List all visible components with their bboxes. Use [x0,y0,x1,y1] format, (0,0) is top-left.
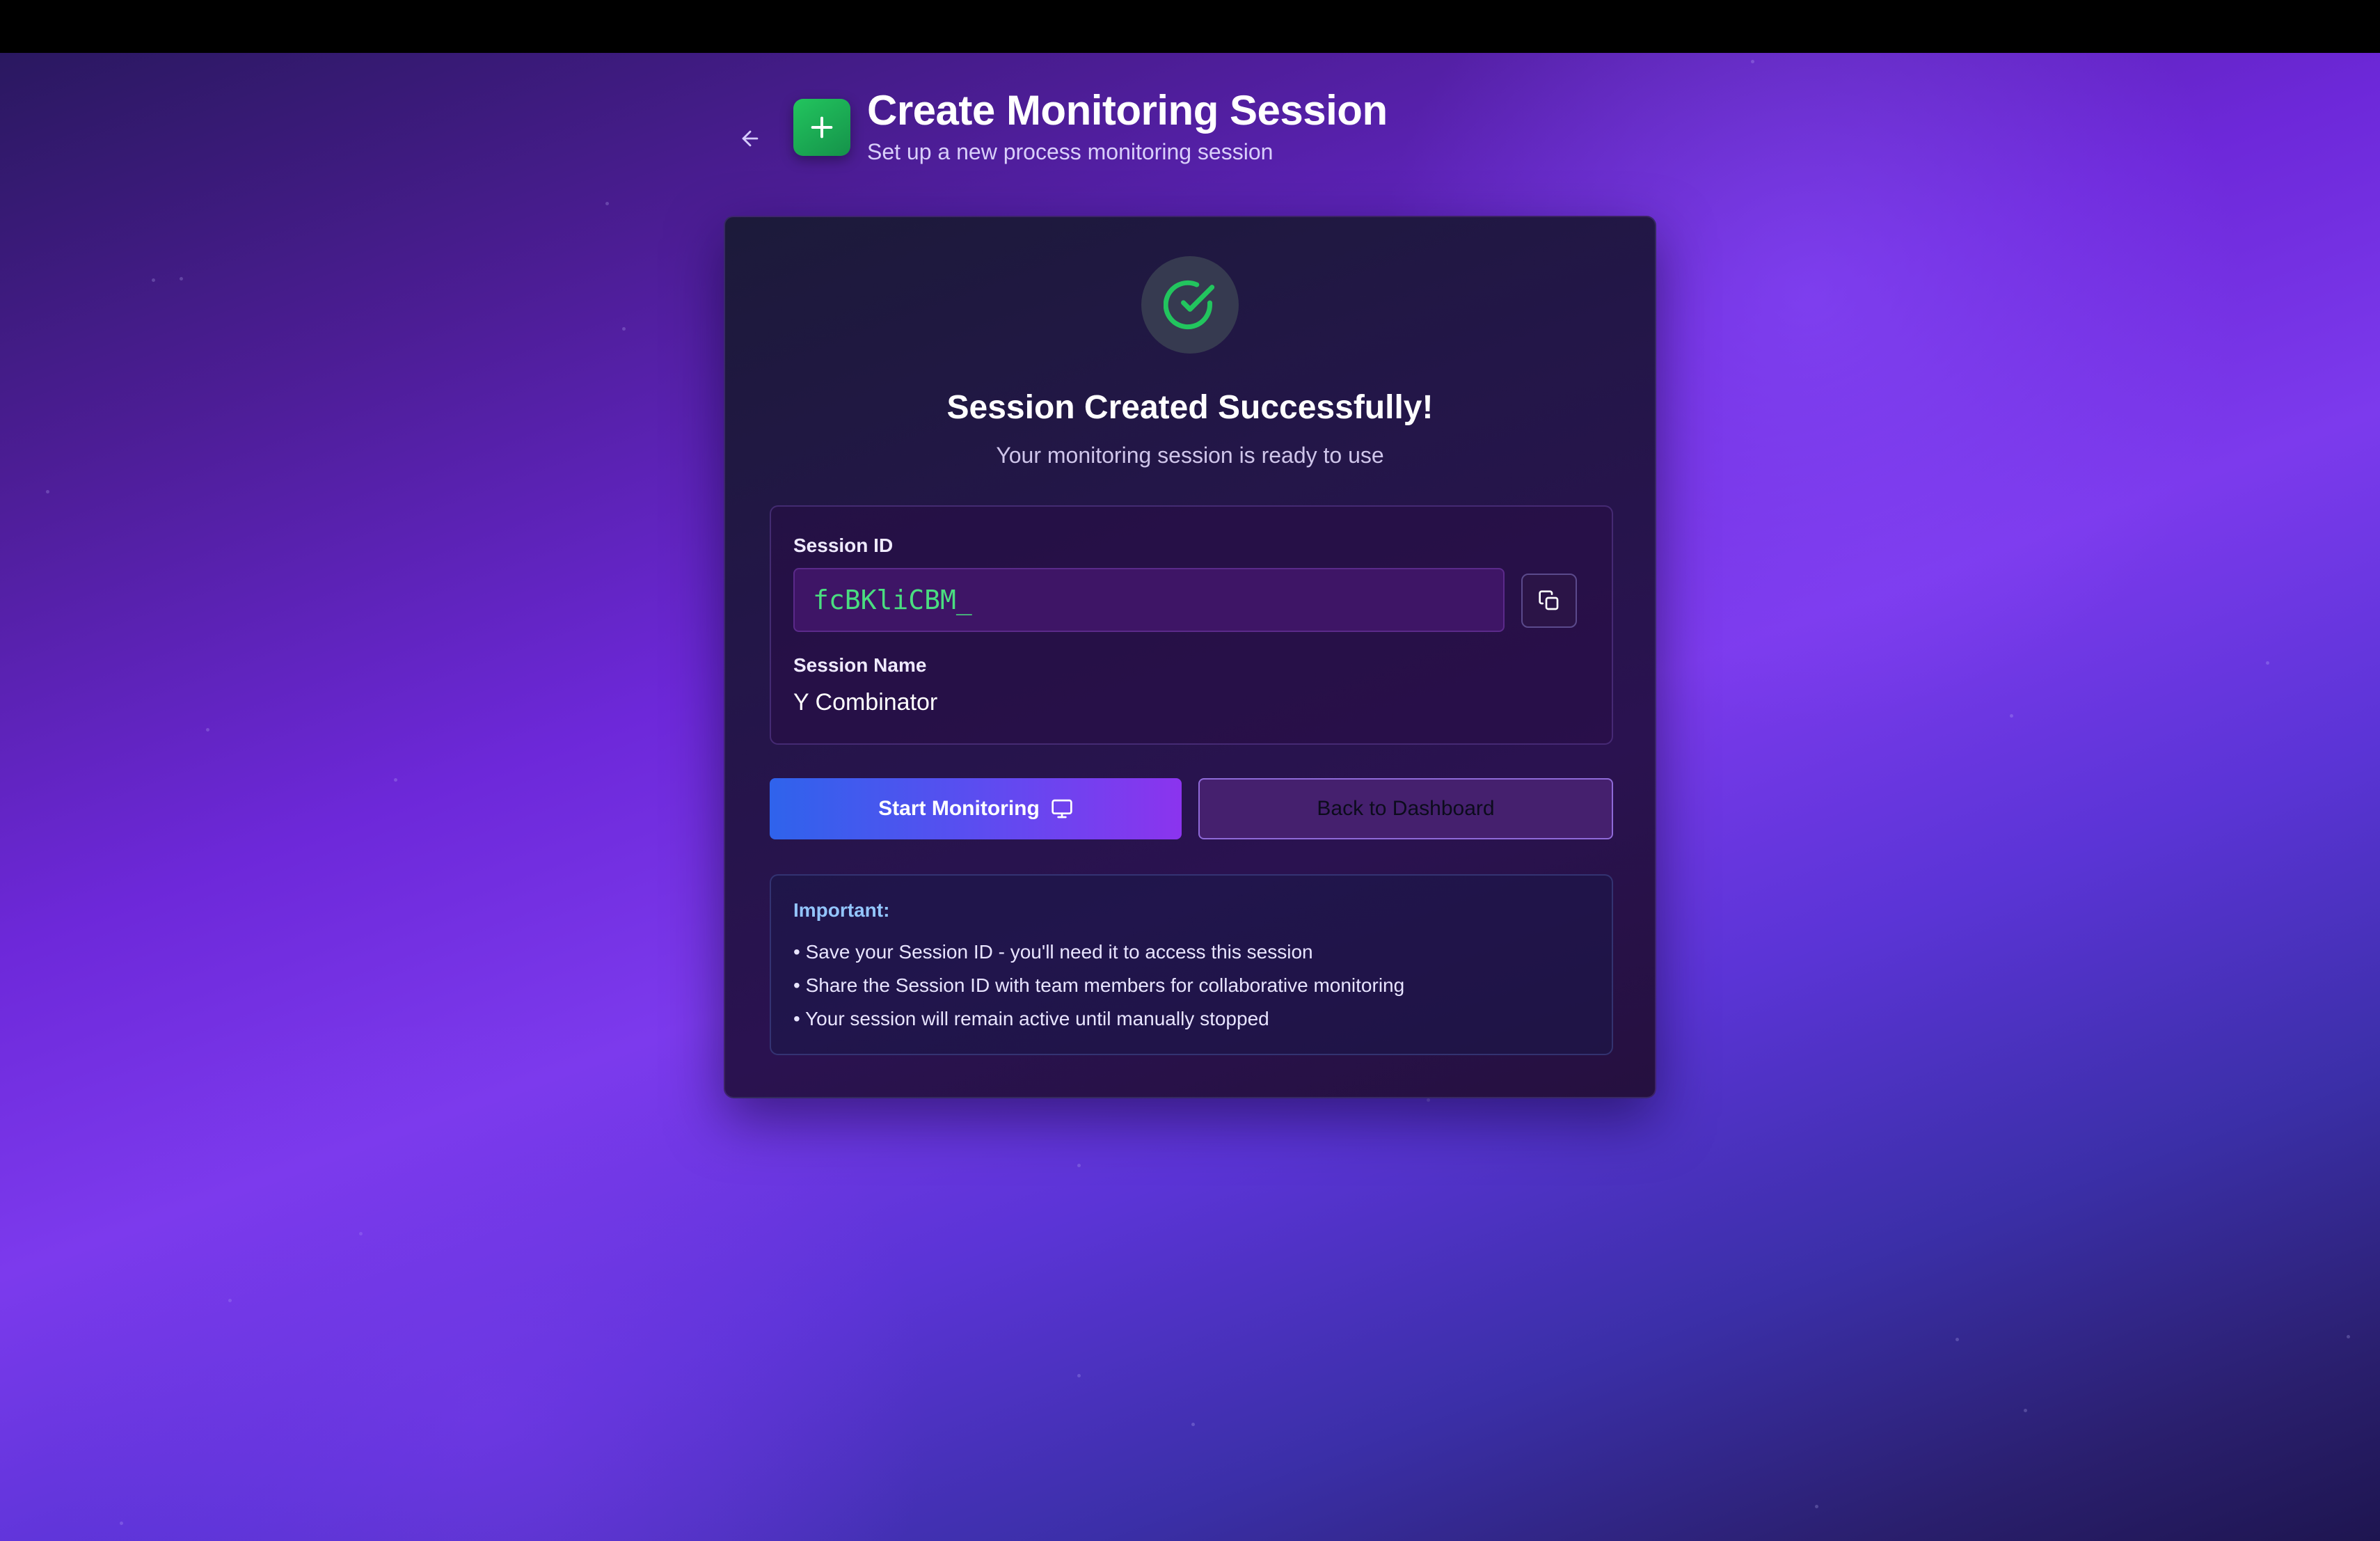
check-circle-icon [1164,280,1215,330]
copy-session-id-button[interactable] [1521,574,1577,628]
notice-list: • Save your Session ID - you'll need it … [793,935,1404,1036]
background-star [2010,714,2013,718]
background-star [1077,1374,1081,1377]
important-notice: Important: • Save your Session ID - you'… [770,874,1613,1055]
session-created-card: Session Created Successfully! Your monit… [724,216,1656,1098]
plus-icon [811,116,833,139]
app-logo [793,99,850,156]
session-id-field[interactable]: fcBKliCBM_ [793,568,1505,632]
background-star [2266,661,2269,665]
background-star [206,728,209,732]
background-star [622,327,626,331]
session-info-box: Session ID fcBKliCBM_ Session Name Y Com… [770,505,1613,745]
notice-item: • Your session will remain active until … [793,1008,1269,1029]
background-star [180,277,183,280]
background-star [2347,1335,2350,1338]
background-star [605,202,609,205]
session-name-label: Session Name [793,654,927,676]
back-to-dashboard-button[interactable]: Back to Dashboard [1198,778,1613,839]
background-star [1427,1098,1430,1102]
monitor-icon [1052,799,1072,819]
arrow-left-icon [742,130,759,146]
start-monitoring-label: Start Monitoring [878,797,1040,820]
page-title: Create Monitoring Session [867,87,1388,134]
background-star [359,1232,363,1235]
session-name-value: Y Combinator [793,689,938,716]
success-title: Session Created Successfully! [946,389,1434,426]
success-subtitle: Your monitoring session is ready to use [996,443,1384,468]
page-subtitle: Set up a new process monitoring session [867,139,1274,164]
background-star [1191,1423,1195,1426]
top-black-bar [0,0,2380,53]
back-arrow-button[interactable] [724,113,777,166]
notice-item: • Share the Session ID with team members… [793,974,1405,996]
notice-title: Important: [793,899,890,921]
copy-icon [1539,590,1559,610]
background-star [1751,60,1754,63]
session-id-label: Session ID [793,535,894,556]
background-star [394,778,397,782]
background-star [1815,1505,1818,1508]
background-star [2024,1409,2027,1412]
background-star [1955,1338,1959,1341]
session-id-value: fcBKliCBM_ [813,585,972,615]
background-star [120,1522,123,1525]
background-star [46,490,49,493]
background-star [152,278,155,282]
notice-item: • Save your Session ID - you'll need it … [793,941,1313,963]
start-monitoring-button[interactable]: Start Monitoring [770,778,1182,839]
background-star [1077,1164,1081,1167]
background-star [228,1299,232,1302]
success-badge [1141,256,1239,354]
